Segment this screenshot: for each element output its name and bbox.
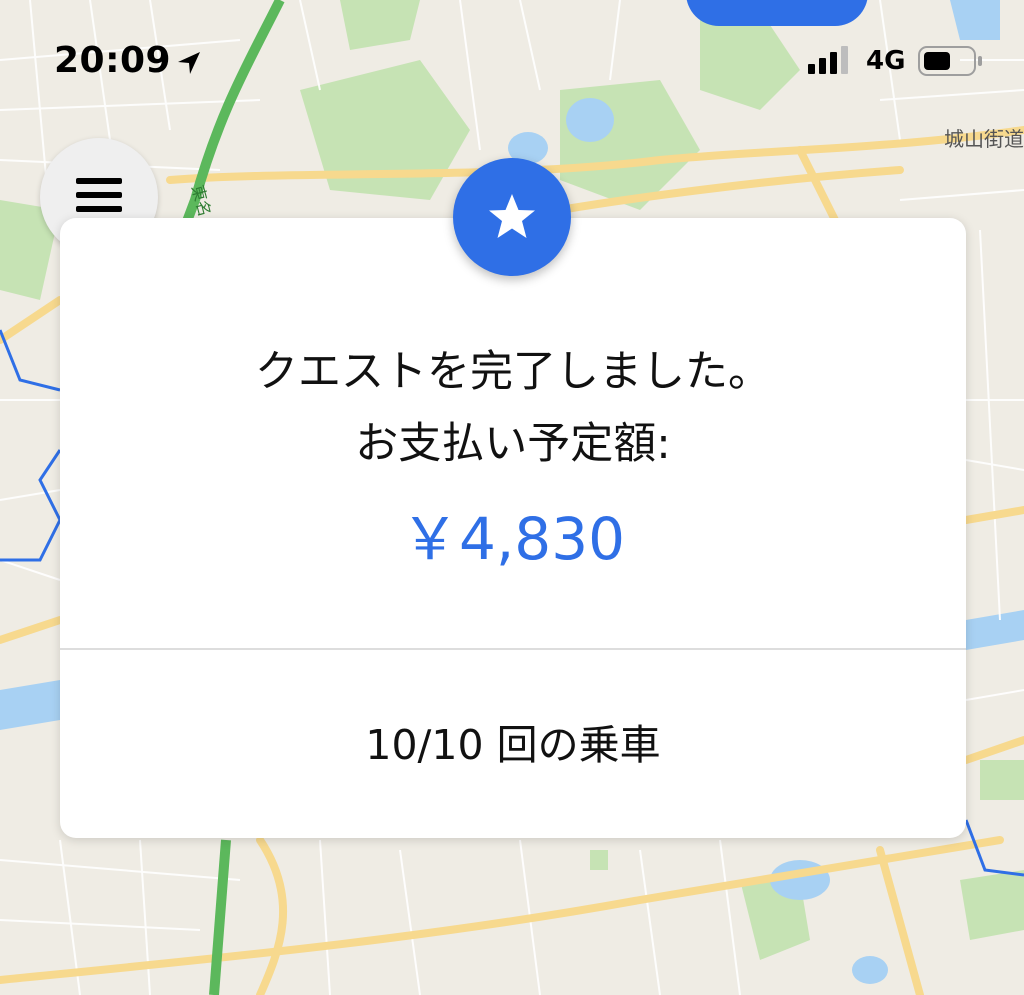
quest-complete-card: クエストを完了しました。 お支払い予定額: ￥4,830 10/10 回の乗車 bbox=[60, 218, 966, 838]
star-icon bbox=[489, 194, 535, 238]
quest-complete-message: クエストを完了しました。 bbox=[255, 347, 771, 397]
map-road-label: 城山街道 bbox=[944, 127, 1024, 151]
battery-icon bbox=[918, 46, 982, 76]
star-badge bbox=[453, 158, 571, 276]
cellular-signal-icon bbox=[808, 46, 848, 74]
payment-expected-label: お支払い予定額: bbox=[355, 419, 671, 469]
status-bar: 20:09 4G bbox=[0, 0, 1024, 120]
payment-amount: ￥4,830 bbox=[400, 505, 626, 573]
network-type-label: 4G bbox=[866, 46, 906, 76]
location-arrow-icon bbox=[178, 52, 200, 74]
status-time: 20:09 bbox=[54, 40, 172, 81]
hamburger-menu-icon bbox=[76, 178, 122, 212]
card-divider bbox=[60, 648, 966, 650]
rides-count: 10/10 回の乗車 bbox=[365, 721, 661, 769]
